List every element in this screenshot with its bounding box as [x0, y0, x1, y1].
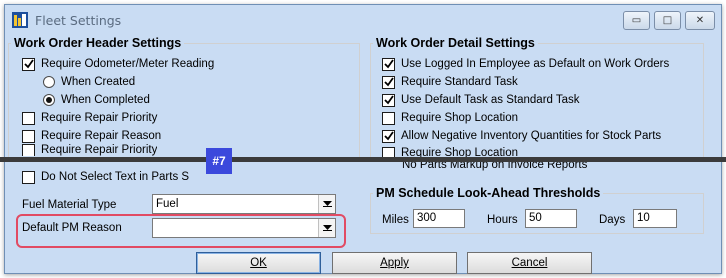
fuel-material-type-value: Fuel: [156, 198, 179, 210]
checkbox-box[interactable]: [22, 111, 35, 125]
apply-button-label: Apply: [380, 257, 409, 269]
radio-when-created[interactable]: When Created: [43, 74, 135, 90]
maximize-icon: □: [662, 15, 673, 26]
checkbox-label: No Parts Markup on Invoice Reports: [402, 162, 588, 171]
checkbox-box[interactable]: [382, 75, 395, 89]
checkbox-box[interactable]: [22, 170, 35, 184]
fuel-material-type-label: Fuel Material Type: [22, 199, 117, 211]
radio-button[interactable]: [43, 94, 55, 106]
checkbox-box[interactable]: [382, 57, 395, 71]
close-icon: ✕: [695, 15, 705, 26]
days-input[interactable]: 10: [633, 209, 677, 228]
chevron-down-icon: [322, 225, 332, 231]
fuel-material-type-select[interactable]: Fuel: [152, 194, 336, 214]
checkbox-do-not-select-text[interactable]: Do Not Select Text in Parts S: [22, 169, 189, 185]
cancel-button[interactable]: Cancel: [467, 252, 592, 274]
checkbox-box[interactable]: [22, 57, 35, 71]
checkbox-require-repair-priority[interactable]: Require Repair Priority: [22, 110, 157, 126]
default-pm-reason-select[interactable]: [152, 218, 336, 238]
checkbox-box[interactable]: [382, 129, 395, 143]
cancel-button-label: Cancel: [511, 257, 548, 269]
checkbox-no-parts-markup[interactable]: No Parts Markup on Invoice Reports: [402, 162, 587, 171]
close-button[interactable]: ✕: [685, 11, 715, 30]
radio-label: When Completed: [61, 94, 150, 106]
miles-label: Miles: [382, 214, 409, 226]
chevron-down-icon: [322, 201, 332, 207]
checkbox-label: Allow Negative Inventory Quantities for …: [401, 130, 662, 142]
minimize-button[interactable]: ▭: [623, 11, 650, 30]
app-icon: [12, 12, 28, 28]
checkbox-box[interactable]: [22, 144, 35, 156]
radio-when-completed[interactable]: When Completed: [43, 92, 150, 108]
checkbox-box[interactable]: [382, 111, 395, 125]
checkmark-icon: [383, 77, 394, 87]
checkbox-label: Use Default Task as Standard Task: [401, 94, 580, 106]
checkbox-box[interactable]: [22, 129, 35, 143]
checkbox-use-default-task[interactable]: Use Default Task as Standard Task: [382, 92, 580, 108]
maximize-button[interactable]: □: [654, 11, 681, 30]
checkbox-require-shop-location[interactable]: Require Shop Location: [382, 110, 518, 126]
radio-label: When Created: [61, 76, 136, 88]
checkmark-icon: [383, 95, 394, 105]
checkbox-label: Require Odometer/Meter Reading: [41, 58, 215, 70]
checkbox-use-logged-in-employee[interactable]: Use Logged In Employee as Default on Wor…: [382, 56, 669, 72]
checkbox-label: Require Repair Priority: [41, 112, 158, 124]
dropdown-arrow[interactable]: [318, 219, 335, 237]
checkbox-allow-negative-inventory[interactable]: Allow Negative Inventory Quantities for …: [382, 128, 661, 144]
checkbox-require-standard-task[interactable]: Require Standard Task: [382, 74, 518, 90]
radio-button[interactable]: [43, 76, 55, 88]
radio-selected-dot: [46, 97, 52, 103]
title-bar[interactable]: Fleet Settings ▭ □ ✕: [5, 5, 721, 35]
checkbox-label: Require Standard Task: [401, 76, 518, 88]
checkbox-box[interactable]: [382, 93, 395, 107]
checkmark-icon: [383, 59, 394, 69]
ok-button[interactable]: OK: [196, 252, 321, 274]
checkbox-label: Require Shop Location: [401, 112, 518, 124]
checkbox-require-repair-reason[interactable]: Require Repair Reason: [22, 128, 161, 144]
section-divider-line: [0, 157, 726, 162]
checkbox-label: Do Not Select Text in Parts S: [41, 171, 190, 183]
detail-settings-legend: Work Order Detail Settings: [376, 36, 535, 50]
ok-button-label: OK: [250, 257, 267, 269]
header-settings-legend: Work Order Header Settings: [14, 36, 182, 50]
checkmark-icon: [383, 131, 394, 141]
hours-input[interactable]: 50: [525, 209, 577, 228]
checkbox-label: Require Repair Priority: [41, 144, 158, 156]
hours-label: Hours: [487, 214, 518, 226]
dropdown-arrow[interactable]: [318, 195, 335, 213]
annotation-badge: #7: [206, 148, 232, 174]
days-label: Days: [599, 214, 626, 226]
checkbox-require-repair-priority-2[interactable]: Require Repair Priority: [22, 144, 157, 156]
default-pm-reason-label: Default PM Reason: [22, 222, 122, 234]
checkmark-icon: [23, 59, 34, 69]
checkbox-label: Require Repair Reason: [41, 130, 162, 142]
checkbox-label: Use Logged In Employee as Default on Wor…: [401, 58, 670, 70]
apply-button[interactable]: Apply: [332, 252, 457, 274]
window-title: Fleet Settings: [35, 13, 122, 28]
pm-thresholds-legend: PM Schedule Look-Ahead Thresholds: [376, 186, 601, 200]
miles-input[interactable]: 300: [413, 209, 465, 228]
minimize-icon: ▭: [631, 15, 642, 26]
checkbox-require-odometer[interactable]: Require Odometer/Meter Reading: [22, 56, 214, 72]
